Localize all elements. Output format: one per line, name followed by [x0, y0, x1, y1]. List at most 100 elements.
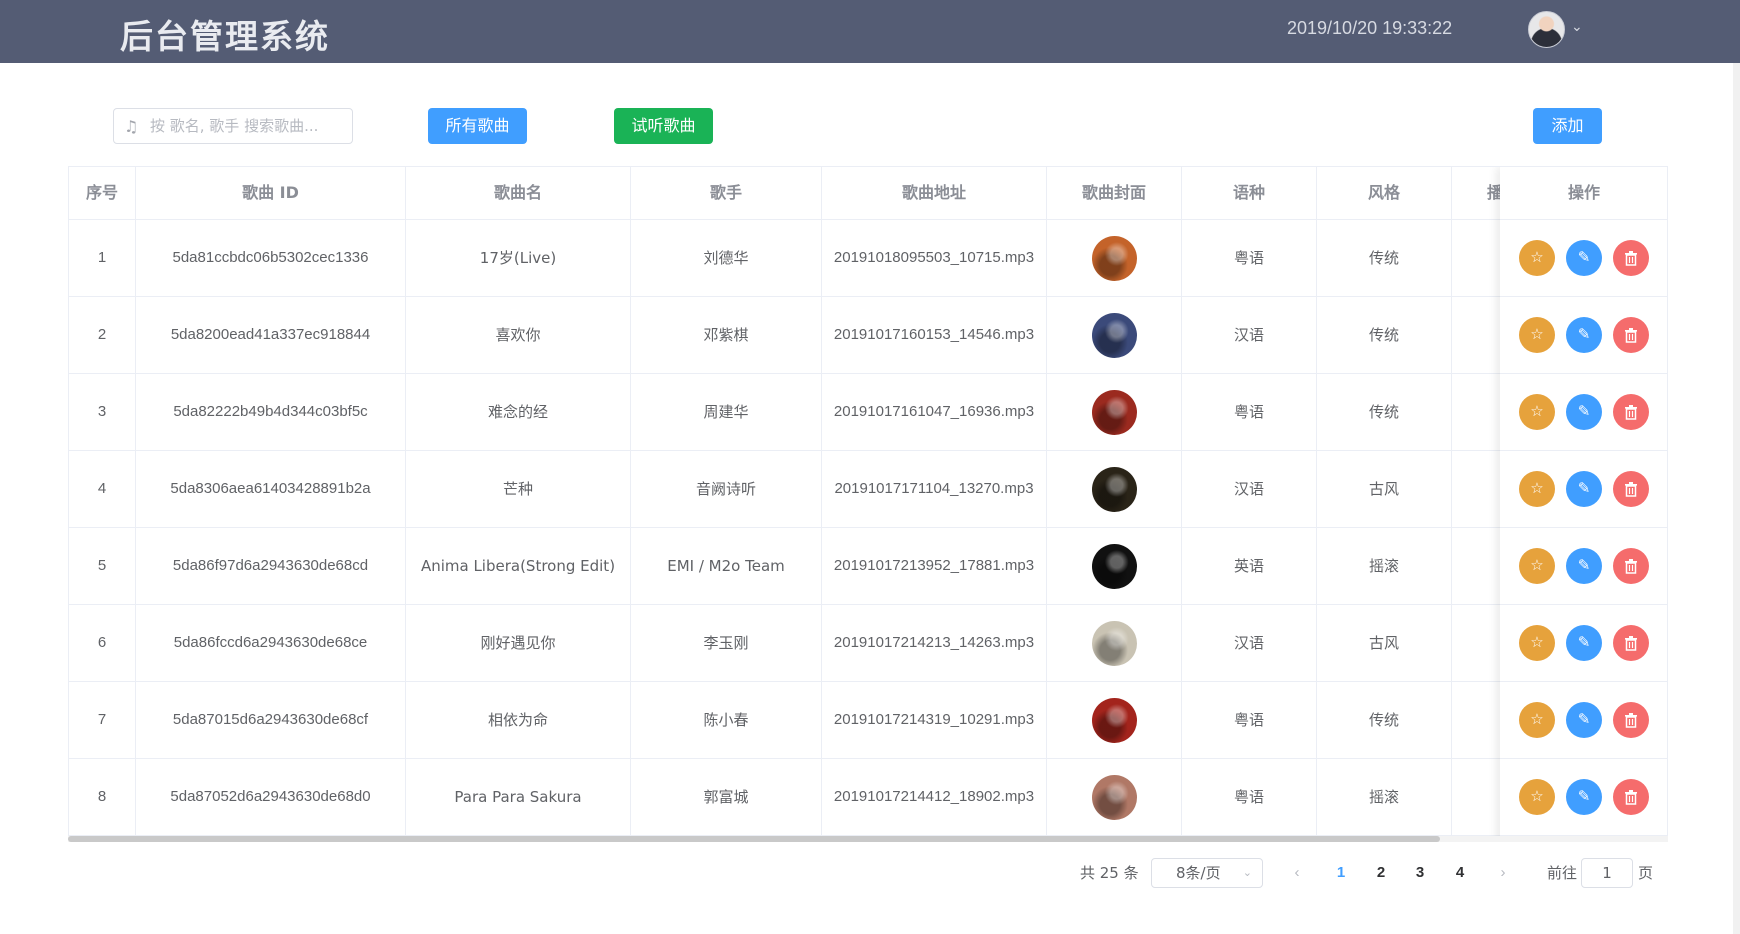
delete-icon[interactable] — [1613, 548, 1649, 584]
cell-singer: 刘德华 — [631, 220, 822, 297]
star-icon[interactable]: ☆ — [1519, 394, 1555, 430]
header-index: 序号 — [69, 167, 136, 220]
action-buttons: ☆ ✎ — [1519, 394, 1649, 430]
song-cover-image — [1091, 235, 1137, 281]
action-buttons: ☆ ✎ — [1519, 471, 1649, 507]
cell-singer: 郭富城 — [631, 759, 822, 836]
cell-singer: 周建华 — [631, 374, 822, 451]
header-song-id: 歌曲 ID — [136, 167, 406, 220]
header-style: 风格 — [1317, 167, 1452, 220]
cell-cover — [1047, 682, 1182, 759]
cell-cover — [1047, 297, 1182, 374]
edit-icon[interactable]: ✎ — [1566, 702, 1602, 738]
search-input[interactable] — [150, 115, 346, 137]
page-3[interactable]: 3 — [1405, 858, 1435, 888]
cell-song-name: 刚好遇见你 — [406, 605, 631, 682]
song-cover-image — [1091, 543, 1137, 589]
delete-icon[interactable] — [1613, 240, 1649, 276]
star-icon[interactable]: ☆ — [1519, 625, 1555, 661]
vertical-scrollbar[interactable] — [1733, 63, 1740, 934]
page-size-select[interactable]: 8条/页 ⌄ — [1151, 858, 1263, 888]
delete-icon[interactable] — [1613, 779, 1649, 815]
cell-language: 汉语 — [1182, 297, 1317, 374]
page-size-value: 8条/页 — [1176, 864, 1221, 882]
action-buttons: ☆ ✎ — [1519, 317, 1649, 353]
delete-icon[interactable] — [1613, 394, 1649, 430]
edit-icon[interactable]: ✎ — [1566, 625, 1602, 661]
edit-icon[interactable]: ✎ — [1566, 240, 1602, 276]
star-icon[interactable]: ☆ — [1519, 317, 1555, 353]
search-box[interactable]: ♫ — [113, 108, 353, 144]
delete-icon[interactable] — [1613, 317, 1649, 353]
cell-song-id: 5da81ccbdc06b5302cec1336 — [136, 220, 406, 297]
delete-icon[interactable] — [1613, 625, 1649, 661]
cell-song-address: 20191017214319_10291.mp3 — [822, 682, 1047, 759]
delete-icon[interactable] — [1613, 471, 1649, 507]
row-actions: ☆ ✎ — [1500, 759, 1667, 836]
cell-style: 传统 — [1317, 220, 1452, 297]
cell-song-id: 5da8306aea61403428891b2a — [136, 451, 406, 528]
chevron-down-icon[interactable]: ⌄ — [1571, 19, 1583, 35]
prev-page-icon[interactable]: ‹ — [1282, 858, 1312, 888]
action-buttons: ☆ ✎ — [1519, 779, 1649, 815]
edit-icon[interactable]: ✎ — [1566, 471, 1602, 507]
user-avatar[interactable] — [1528, 11, 1565, 48]
star-icon[interactable]: ☆ — [1519, 471, 1555, 507]
total-count: 共 25 条 — [1080, 864, 1139, 882]
cell-cover — [1047, 220, 1182, 297]
star-icon[interactable]: ☆ — [1519, 548, 1555, 584]
cell-index: 5 — [69, 528, 136, 605]
star-icon[interactable]: ☆ — [1519, 779, 1555, 815]
cell-song-address: 20191018095503_10715.mp3 — [822, 220, 1047, 297]
goto-page-input[interactable]: 1 — [1581, 858, 1633, 888]
horizontal-scrollbar[interactable] — [68, 836, 1668, 842]
header-singer: 歌手 — [631, 167, 822, 220]
cell-singer: 陈小春 — [631, 682, 822, 759]
edit-icon[interactable]: ✎ — [1566, 779, 1602, 815]
header-language: 语种 — [1182, 167, 1317, 220]
cell-style: 传统 — [1317, 682, 1452, 759]
cell-song-name: 17岁(Live) — [406, 220, 631, 297]
songs-table: 序号歌曲 ID歌曲名歌手歌曲地址歌曲封面语种风格播放次数15da81ccbdc0… — [68, 166, 1668, 842]
scroll-thumb[interactable] — [68, 836, 1440, 842]
goto-suffix: 页 — [1638, 864, 1654, 882]
cell-song-name: Para Para Sakura — [406, 759, 631, 836]
page-4[interactable]: 4 — [1445, 858, 1475, 888]
star-icon[interactable]: ☆ — [1519, 240, 1555, 276]
action-buttons: ☆ ✎ — [1519, 548, 1649, 584]
edit-icon[interactable]: ✎ — [1566, 548, 1602, 584]
cell-language: 粤语 — [1182, 374, 1317, 451]
datetime-display: 2019/10/20 19:33:22 — [1287, 18, 1453, 38]
cell-song-name: Anima Libera(Strong Edit) — [406, 528, 631, 605]
all-songs-button[interactable]: 所有歌曲 — [428, 108, 527, 144]
row-actions: ☆ ✎ — [1500, 682, 1667, 759]
cell-index: 6 — [69, 605, 136, 682]
next-page-icon[interactable]: › — [1488, 858, 1518, 888]
edit-icon[interactable]: ✎ — [1566, 394, 1602, 430]
cell-index: 3 — [69, 374, 136, 451]
app-logo: 后台管理系统 — [120, 17, 330, 56]
page-1[interactable]: 1 — [1326, 858, 1356, 888]
cell-song-id: 5da8200ead41a337ec918844 — [136, 297, 406, 374]
song-cover-image — [1091, 620, 1137, 666]
cell-song-id: 5da82222b49b4d344c03bf5c — [136, 374, 406, 451]
top-header: 后台管理系统 2019/10/20 19:33:22 ⌄ — [0, 0, 1740, 63]
cell-language: 粤语 — [1182, 682, 1317, 759]
song-cover-image — [1091, 389, 1137, 435]
song-cover-image — [1091, 466, 1137, 512]
cell-song-address: 20191017213952_17881.mp3 — [822, 528, 1047, 605]
star-icon[interactable]: ☆ — [1519, 702, 1555, 738]
page-2[interactable]: 2 — [1366, 858, 1396, 888]
song-cover-image — [1091, 774, 1137, 820]
header-song-name: 歌曲名 — [406, 167, 631, 220]
music-note-icon: ♫ — [124, 117, 139, 136]
delete-icon[interactable] — [1613, 702, 1649, 738]
cell-cover — [1047, 528, 1182, 605]
cell-singer: 邓紫棋 — [631, 297, 822, 374]
try-songs-button[interactable]: 试听歌曲 — [614, 108, 713, 144]
action-buttons: ☆ ✎ — [1519, 625, 1649, 661]
edit-icon[interactable]: ✎ — [1566, 317, 1602, 353]
add-button[interactable]: 添加 — [1533, 108, 1602, 144]
cell-cover — [1047, 759, 1182, 836]
header-actions: 操作 — [1500, 167, 1667, 220]
